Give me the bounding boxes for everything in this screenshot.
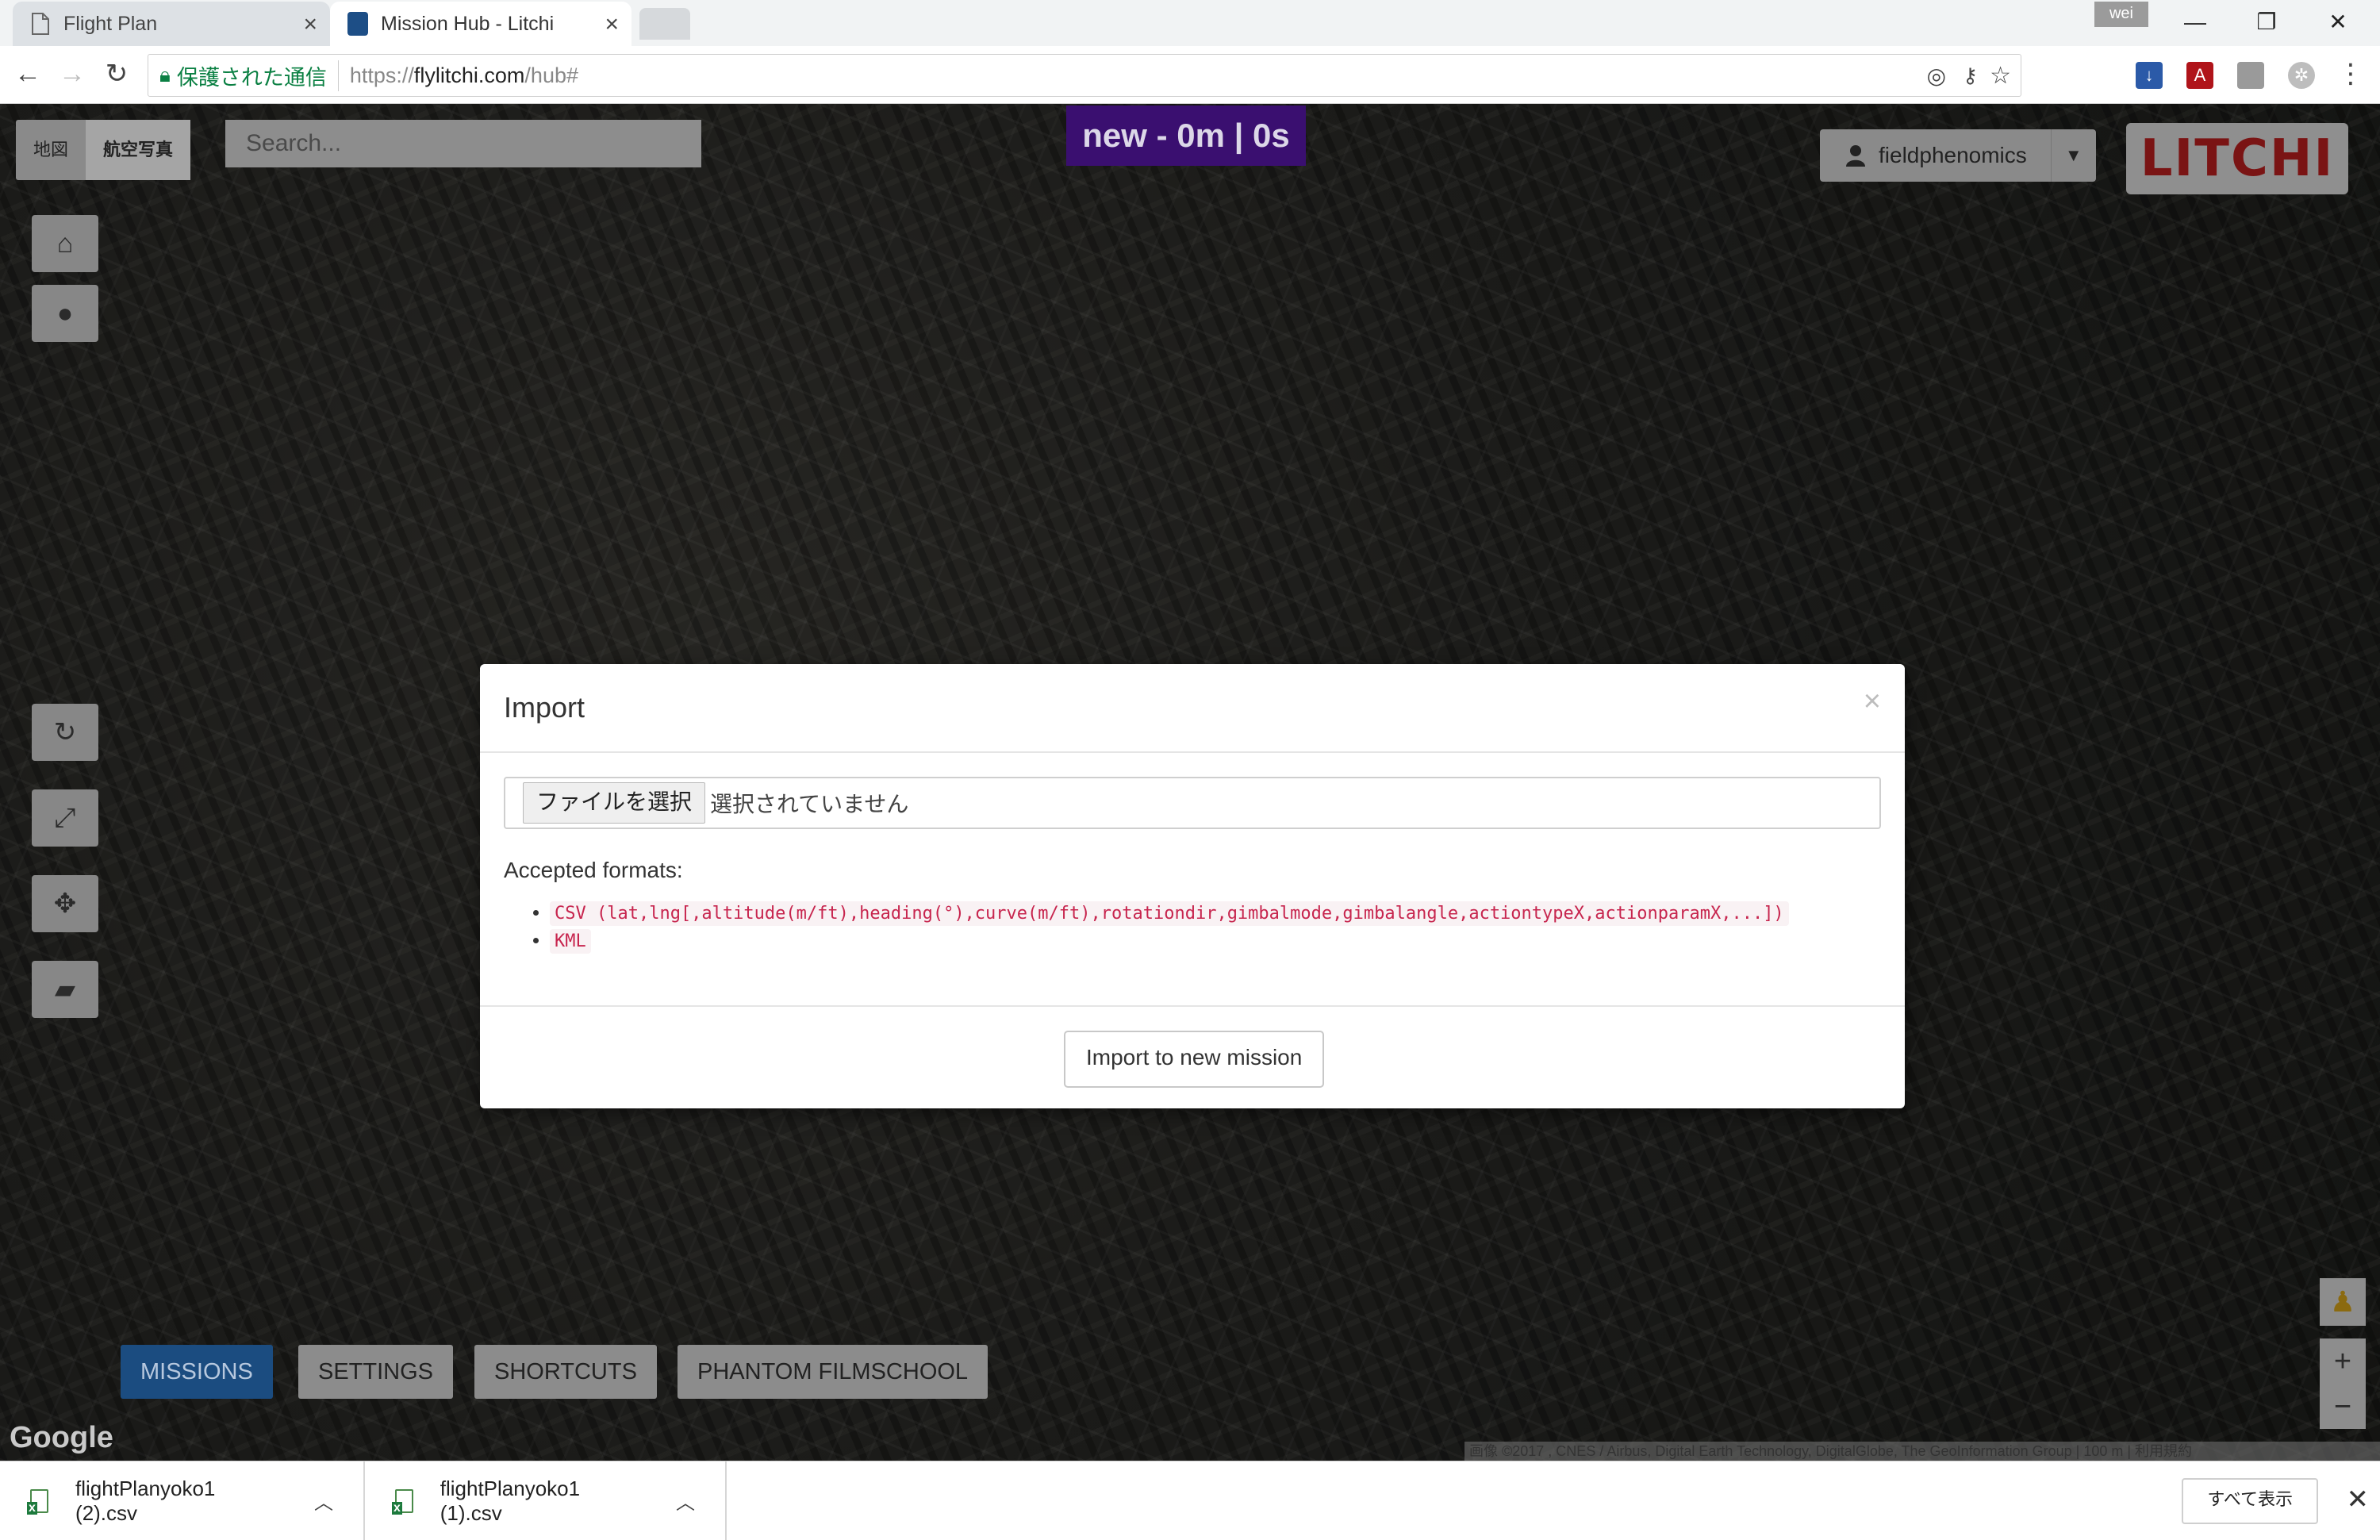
download-filename: flightPlanyoko1 (2).csv xyxy=(75,1476,216,1525)
import-dialog: Import × ファイルを選択 選択されていません Accepted form… xyxy=(480,664,1905,1108)
download-item[interactable]: flightPlanyoko1 (1).csv ︿ xyxy=(365,1461,727,1540)
zoom-out-button[interactable]: − xyxy=(2320,1384,2366,1429)
list-item: CSV (lat,lng[,altitude(m/ft),heading(°),… xyxy=(550,901,1789,926)
username: fieldphenomics xyxy=(1879,143,2027,167)
new-tab-button[interactable] xyxy=(639,8,690,40)
refresh-icon: ↻ xyxy=(53,717,77,747)
mission-status-badge: new - 0m | 0s xyxy=(1066,106,1306,166)
eraser-icon: ▰ xyxy=(54,974,76,1004)
tab-title: Mission Hub - Litchi xyxy=(381,12,555,35)
map-type-control: 地図 航空写真 xyxy=(16,120,191,180)
chevron-up-icon[interactable]: ︿ xyxy=(676,1487,695,1515)
move-button[interactable]: ✥ xyxy=(32,875,98,932)
chevron-down-icon[interactable]: ▼ xyxy=(2051,129,2096,182)
litchi-logo: LITCHI xyxy=(2126,123,2348,194)
close-icon[interactable]: × xyxy=(1864,685,1881,719)
star-icon[interactable]: ☆ xyxy=(1990,62,2011,90)
refresh-button[interactable]: ↻ xyxy=(32,704,98,761)
street-view-pegman-icon[interactable]: ♟ xyxy=(2320,1278,2366,1326)
expand-icon: ⤢ xyxy=(54,803,76,833)
secure-connection-label: 保護された通信 xyxy=(177,60,339,91)
restore-icon[interactable]: ❐ xyxy=(2231,0,2302,44)
browser-tab-strip: Flight Plan × Mission Hub - Litchi × wei… xyxy=(0,0,2380,46)
satellite-map[interactable]: 地図 航空写真 new - 0m | 0s fieldphenomics ▼ L… xyxy=(0,104,2380,1461)
url-scheme: https:// xyxy=(349,63,414,87)
import-to-new-mission-button[interactable]: Import to new mission xyxy=(1064,1031,1325,1088)
tab-missions[interactable]: MISSIONS xyxy=(121,1345,273,1399)
tab-phantom-filmschool[interactable]: PHANTOM FILMSCHOOL xyxy=(678,1345,988,1399)
download-extension-icon[interactable]: ↓ xyxy=(2136,62,2163,89)
url-host: flylitchi.com xyxy=(413,63,525,87)
download-filename: flightPlanyoko1 (1).csv xyxy=(440,1476,581,1525)
format-list: CSV (lat,lng[,altitude(m/ft),heading(°),… xyxy=(526,901,1789,958)
litchi-favicon-icon xyxy=(347,12,368,36)
tab-title: Flight Plan xyxy=(63,12,158,35)
accepted-formats-label: Accepted formats: xyxy=(504,858,683,882)
back-icon[interactable]: ← xyxy=(10,56,46,92)
browser-toolbar: ← → ↻ 🔒︎ 保護された通信 https:// flylitchi.com … xyxy=(0,46,2380,104)
window-close-icon[interactable]: ✕ xyxy=(2302,0,2374,44)
forward-icon[interactable]: → xyxy=(54,56,90,92)
list-item: KML xyxy=(550,929,1789,954)
user-button[interactable]: fieldphenomics xyxy=(1820,129,2052,182)
search-input[interactable] xyxy=(225,120,701,167)
tab-flight-plan[interactable]: Flight Plan × xyxy=(13,2,330,46)
key-icon[interactable]: ⚷ xyxy=(1963,63,1978,88)
dialog-header: Import × xyxy=(480,664,1905,753)
profile-badge[interactable]: wei xyxy=(2094,2,2148,27)
user-menu: fieldphenomics ▼ xyxy=(1820,129,2096,182)
settings-extension-icon[interactable]: ✲ xyxy=(2288,62,2315,89)
map-attribution: 画像 ©2017 , CNES / Airbus, Digital Earth … xyxy=(1464,1442,2380,1461)
dialog-footer: Import to new mission xyxy=(480,1005,1905,1108)
excel-file-icon xyxy=(26,1488,49,1515)
chevron-up-icon[interactable]: ︿ xyxy=(314,1487,333,1515)
user-icon xyxy=(1846,145,1865,167)
format-csv: CSV (lat,lng[,altitude(m/ft),heading(°),… xyxy=(550,901,1789,926)
dialog-title: Import xyxy=(504,691,585,724)
file-input[interactable]: ファイルを選択 選択されていません xyxy=(504,777,1881,829)
download-shelf: flightPlanyoko1 (2).csv ︿ flightPlanyoko… xyxy=(0,1461,2380,1540)
minimize-icon[interactable]: — xyxy=(2159,0,2231,44)
close-icon[interactable]: ✕ xyxy=(2347,1484,2370,1515)
format-kml: KML xyxy=(550,929,591,954)
tab-settings[interactable]: SETTINGS xyxy=(298,1345,454,1399)
map-type-map-button[interactable]: 地図 xyxy=(16,120,86,180)
url-path: /hub# xyxy=(524,63,578,87)
file-status-text: 選択されていません xyxy=(710,791,909,817)
download-item[interactable]: flightPlanyoko1 (2).csv ︿ xyxy=(0,1461,365,1540)
show-all-downloads-button[interactable]: すべて表示 xyxy=(2182,1478,2318,1524)
globe-button[interactable]: ● xyxy=(32,285,98,342)
browser-menu-icon[interactable]: ⋮ xyxy=(2332,56,2369,92)
globe-icon: ● xyxy=(56,298,74,328)
reload-icon[interactable]: ↻ xyxy=(98,56,135,92)
move-icon: ✥ xyxy=(53,889,77,919)
zoom-in-button[interactable]: + xyxy=(2320,1338,2366,1385)
close-tab-icon[interactable]: × xyxy=(605,11,619,38)
expand-button[interactable]: ⤢ xyxy=(32,789,98,847)
close-tab-icon[interactable]: × xyxy=(303,11,317,38)
map-type-satellite-button[interactable]: 航空写真 xyxy=(86,120,191,180)
excel-file-icon xyxy=(392,1488,413,1515)
tab-shortcuts[interactable]: SHORTCUTS xyxy=(474,1345,657,1399)
extension-icon[interactable] xyxy=(2237,62,2264,89)
pdf-extension-icon[interactable]: A xyxy=(2186,62,2213,89)
home-icon: ⌂ xyxy=(56,229,74,259)
google-logo: Google xyxy=(10,1421,113,1454)
home-button[interactable]: ⌂ xyxy=(32,215,98,272)
choose-file-button[interactable]: ファイルを選択 xyxy=(523,782,706,824)
eraser-button[interactable]: ▰ xyxy=(32,961,98,1018)
document-icon xyxy=(32,13,49,35)
address-bar[interactable]: 🔒︎ 保護された通信 https:// flylitchi.com /hub# … xyxy=(148,54,2021,97)
tab-mission-hub[interactable]: Mission Hub - Litchi × xyxy=(330,2,631,46)
location-icon[interactable]: ◎ xyxy=(1927,63,1946,89)
lock-icon: 🔒︎ xyxy=(159,63,171,86)
